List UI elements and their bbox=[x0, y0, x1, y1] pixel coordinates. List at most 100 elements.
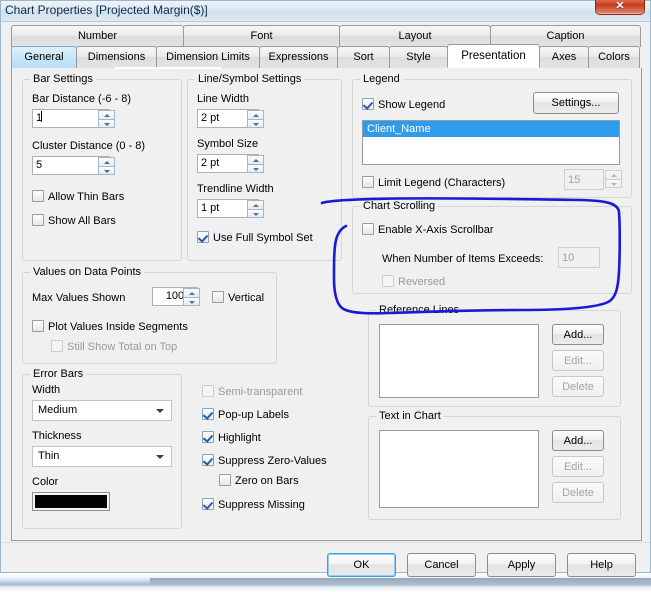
tab-colors[interactable]: Colors bbox=[588, 46, 640, 68]
suppress-missing-checkbox[interactable]: Suppress Missing bbox=[202, 498, 305, 512]
trendline-width-label: Trendline Width bbox=[197, 183, 274, 195]
tab-dimensions[interactable]: Dimensions bbox=[76, 46, 157, 68]
limit-legend-checkbox[interactable]: Limit Legend (Characters) bbox=[362, 176, 505, 190]
limit-legend-input[interactable]: 15 bbox=[564, 169, 604, 190]
error-bars-title: Error Bars bbox=[30, 368, 87, 380]
reference-lines-listbox[interactable] bbox=[379, 324, 539, 398]
vertical-checkbox[interactable]: Vertical bbox=[212, 291, 264, 305]
tab-presentation[interactable]: Presentation bbox=[447, 44, 540, 68]
bar-settings-group: Bar Settings Bar Distance (-6 - 8) 1 Clu… bbox=[22, 73, 182, 261]
tab-sort[interactable]: Sort bbox=[337, 46, 390, 68]
when-number-of-items-exceeds-label: When Number of Items Exceeds: bbox=[382, 253, 544, 265]
enable-x-axis-scrollbar-checkbox[interactable]: Enable X-Axis Scrollbar bbox=[362, 223, 494, 237]
cancel-button[interactable]: Cancel bbox=[407, 553, 476, 577]
text-in-chart-listbox[interactable] bbox=[379, 430, 539, 508]
checkbox-box bbox=[32, 320, 44, 332]
use-full-symbol-set-checkbox[interactable]: Use Full Symbol Set bbox=[197, 231, 313, 245]
highlight-checkbox[interactable]: Highlight bbox=[202, 431, 261, 445]
reversed-checkbox: Reversed bbox=[382, 275, 445, 289]
text-caret bbox=[41, 111, 43, 122]
show-all-bars-checkbox[interactable]: Show All Bars bbox=[32, 214, 116, 228]
tab-axes[interactable]: Axes bbox=[539, 46, 589, 68]
reference-lines-group: Reference Lines Add... Edit... Delete bbox=[368, 304, 621, 407]
apply-button[interactable]: Apply bbox=[487, 553, 556, 577]
tab-number[interactable]: Number bbox=[11, 25, 184, 47]
error-bar-width-label: Width bbox=[32, 384, 61, 396]
ok-button[interactable]: OK bbox=[327, 553, 396, 577]
legend-settings-button[interactable]: Settings... bbox=[533, 92, 619, 114]
bar-distance-spinner[interactable] bbox=[98, 110, 115, 128]
items-exceeds-input[interactable]: 10 bbox=[558, 247, 600, 268]
checkbox-box bbox=[362, 176, 374, 188]
text-in-chart-title: Text in Chart bbox=[376, 410, 444, 422]
checkbox-box bbox=[202, 431, 214, 443]
window-title: Chart Properties [Projected Margin($)] bbox=[5, 3, 208, 17]
chart-scrolling-title: Chart Scrolling bbox=[360, 200, 439, 212]
error-bar-width-select[interactable]: Medium bbox=[32, 400, 172, 421]
tab-expressions[interactable]: Expressions bbox=[259, 46, 338, 68]
tab-dimension-limits[interactable]: Dimension Limits bbox=[156, 46, 260, 68]
checkbox-box bbox=[219, 474, 231, 486]
max-values-shown-label: Max Values Shown bbox=[32, 292, 126, 304]
still-show-total-on-top-checkbox: Still Show Total on Top bbox=[51, 340, 177, 354]
text-in-chart-group: Text in Chart Add... Edit... Delete bbox=[368, 410, 621, 520]
chart-properties-dialog: Chart Properties [Projected Margin($)] ✕… bbox=[0, 0, 651, 577]
checkbox-box bbox=[202, 408, 214, 420]
trendline-width-spinner[interactable] bbox=[247, 200, 264, 218]
tab-general[interactable]: General bbox=[11, 46, 77, 68]
checkbox-box bbox=[202, 498, 214, 510]
semi-transparent-checkbox: Semi-transparent bbox=[202, 385, 302, 399]
presentation-pane: Bar Settings Bar Distance (-6 - 8) 1 Clu… bbox=[11, 67, 642, 541]
bar-settings-title: Bar Settings bbox=[30, 73, 96, 85]
values-on-data-points-group: Values on Data Points Max Values Shown 1… bbox=[22, 266, 277, 364]
active-tab-connector bbox=[115, 67, 221, 69]
allow-thin-bars-checkbox[interactable]: Allow Thin Bars bbox=[32, 190, 124, 204]
close-button[interactable]: ✕ bbox=[595, 0, 645, 15]
reference-lines-add-button[interactable]: Add... bbox=[552, 324, 604, 345]
line-symbol-title: Line/Symbol Settings bbox=[195, 73, 305, 85]
chart-scrolling-group: Chart Scrolling Enable X-Axis Scrollbar … bbox=[352, 200, 632, 294]
error-bar-color-label: Color bbox=[32, 476, 59, 488]
list-item[interactable]: Client_Name bbox=[363, 121, 619, 137]
text-in-chart-add-button[interactable]: Add... bbox=[552, 430, 604, 451]
checkbox-box bbox=[32, 214, 44, 226]
error-bar-color-swatch[interactable] bbox=[32, 492, 110, 511]
limit-legend-spinner[interactable] bbox=[605, 170, 622, 190]
checkbox-box bbox=[197, 231, 209, 243]
suppress-zero-values-checkbox[interactable]: Suppress Zero-Values bbox=[202, 454, 327, 468]
legend-group: Legend Show Legend Settings... Client_Na… bbox=[352, 73, 632, 198]
tab-strip: Number Font Layout Caption General Dimen… bbox=[11, 25, 642, 69]
checkbox-box bbox=[362, 223, 374, 235]
tab-style[interactable]: Style bbox=[389, 46, 448, 68]
plot-values-inside-segments-checkbox[interactable]: Plot Values Inside Segments bbox=[32, 320, 188, 334]
chevron-down-icon bbox=[156, 409, 164, 413]
tab-row-lower: General Dimensions Dimension Limits Expr… bbox=[11, 44, 640, 68]
help-button[interactable]: Help bbox=[567, 553, 636, 577]
color-fill bbox=[35, 495, 107, 508]
tab-font[interactable]: Font bbox=[183, 25, 340, 47]
checkbox-box bbox=[51, 340, 63, 352]
text-in-chart-edit-button: Edit... bbox=[552, 456, 604, 477]
reference-lines-delete-button: Delete bbox=[552, 376, 604, 397]
footer-divider bbox=[1, 542, 650, 543]
line-symbol-settings-group: Line/Symbol Settings Line Width 2 pt Sym… bbox=[187, 73, 342, 261]
cluster-distance-spinner[interactable] bbox=[98, 157, 115, 175]
zero-on-bars-checkbox[interactable]: Zero on Bars bbox=[219, 474, 299, 488]
title-bar: Chart Properties [Projected Margin($)] ✕ bbox=[1, 0, 650, 22]
popup-labels-checkbox[interactable]: Pop-up Labels bbox=[202, 408, 289, 422]
values-on-data-points-title: Values on Data Points bbox=[30, 266, 145, 278]
line-width-spinner[interactable] bbox=[247, 110, 264, 128]
chevron-down-icon bbox=[156, 455, 164, 459]
max-values-spinner[interactable] bbox=[183, 288, 200, 306]
symbol-size-label: Symbol Size bbox=[197, 138, 259, 150]
checkbox-box bbox=[202, 454, 214, 466]
checkbox-box bbox=[362, 98, 374, 110]
error-bar-thickness-select[interactable]: Thin bbox=[32, 446, 172, 467]
text-in-chart-delete-button: Delete bbox=[552, 482, 604, 503]
symbol-size-spinner[interactable] bbox=[247, 155, 264, 173]
tab-row-upper: Number Font Layout Caption bbox=[11, 25, 641, 47]
legend-listbox[interactable]: Client_Name bbox=[362, 120, 620, 165]
line-width-label: Line Width bbox=[197, 93, 249, 105]
show-legend-checkbox[interactable]: Show Legend bbox=[362, 98, 445, 112]
error-bar-thickness-label: Thickness bbox=[32, 430, 82, 442]
